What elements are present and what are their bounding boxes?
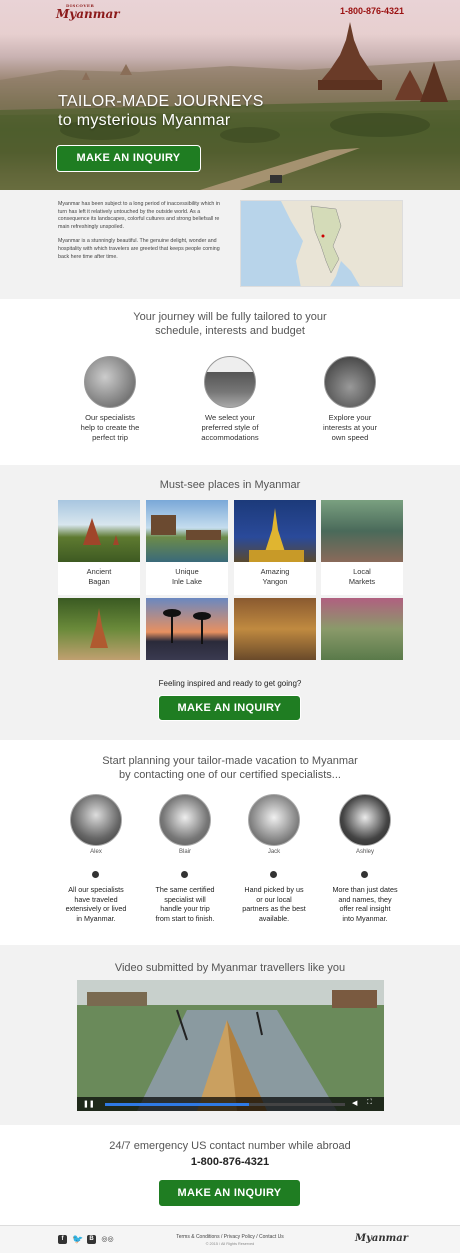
myanmar-map[interactable] xyxy=(240,200,403,287)
inle-lake-photo[interactable] xyxy=(146,500,228,562)
specialist-desc: The same certified specialist will handle … xyxy=(155,885,215,923)
bullet-dot xyxy=(92,871,99,878)
video-progress-track[interactable] xyxy=(105,1103,345,1106)
specialists-heading: Start planning your tailor-made vacation… xyxy=(0,754,460,782)
footer-logo[interactable]: Myanmar xyxy=(355,1233,408,1244)
logo-subtext: DISCOVER xyxy=(66,3,95,8)
video-player[interactable]: ❚❚ ◀ ⛶ xyxy=(77,980,384,1111)
specialist-name: Alex xyxy=(90,849,102,855)
hero-inquiry-button[interactable]: MAKE AN INQUIRY xyxy=(56,145,201,172)
tailored-heading-line1: Your journey will be fully tailored to y… xyxy=(133,311,327,323)
video-progress-fill xyxy=(105,1103,249,1106)
place-label-inle[interactable]: Unique Inle Lake xyxy=(146,562,228,595)
brand-logo[interactable]: DISCOVER Myanmar xyxy=(56,3,120,21)
hero-title-line1: TAILOR-MADE JOURNEYS xyxy=(58,93,264,110)
bagan-photo[interactable] xyxy=(58,500,140,562)
bullet-dot xyxy=(181,871,188,878)
hero-title: TAILOR-MADE JOURNEYS to mysterious Myanm… xyxy=(58,92,264,130)
inle-lake-photo-2[interactable] xyxy=(146,598,228,660)
place-label-markets[interactable]: Local Markets xyxy=(321,562,403,595)
intro-text: Myanmar has been subject to a long perio… xyxy=(58,201,230,268)
tailored-item-3: Explore your interests at your own speed xyxy=(322,413,378,442)
emergency-text: 24/7 emergency US contact number while a… xyxy=(109,1140,351,1152)
landing-page: DISCOVER Myanmar 1-800-876-4321 TAILOR-MA… xyxy=(0,0,460,1253)
explore-photo xyxy=(324,356,376,408)
specialists-heading-line2: by contacting one of our certified speci… xyxy=(119,769,341,781)
header-phone-number[interactable]: 1-800-876-4321 xyxy=(340,6,404,16)
tailored-item-2: We select your preferred style of accommod… xyxy=(201,413,259,442)
intro-paragraph-1: Myanmar has been subject to a long perio… xyxy=(58,201,220,230)
market-photo[interactable] xyxy=(321,500,403,562)
bullet-dot xyxy=(270,871,277,878)
emergency-phone[interactable]: 1-800-876-4321 xyxy=(0,1155,460,1169)
video-controls: ❚❚ ◀ ⛶ xyxy=(77,1097,384,1111)
bagan-photo-2[interactable] xyxy=(58,598,140,660)
market-photo-2[interactable] xyxy=(321,598,403,660)
place-label-bagan[interactable]: Ancient Bagan xyxy=(58,562,140,595)
video-thumbnail xyxy=(77,980,384,1111)
specialist-name: Ashley xyxy=(355,849,374,855)
yangon-photo[interactable] xyxy=(234,500,316,562)
fullscreen-icon[interactable]: ⛶ xyxy=(367,1099,372,1107)
tailored-heading-line2: schedule, interests and budget xyxy=(155,325,305,337)
footer: f 🐦 B ◎◎ Terms & Conditions / Privacy Po… xyxy=(0,1225,460,1253)
avatar-jack xyxy=(248,794,300,846)
specialist-desc: More than just dates and names, they offer… xyxy=(332,885,398,923)
pause-icon[interactable]: ❚❚ xyxy=(83,1100,95,1108)
hero-title-line2: to mysterious Myanmar xyxy=(58,112,231,129)
video-heading: Video submitted by Myanmar travellers li… xyxy=(114,962,346,974)
volume-icon[interactable]: ◀ xyxy=(352,1099,357,1107)
intro-section: Myanmar has been subject to a long perio… xyxy=(0,190,460,299)
places-heading: Must-see places in Myanmar xyxy=(159,479,301,491)
specialists-photo xyxy=(84,356,136,408)
intro-paragraph-2: Myanmar is a stunningly beautiful. The g… xyxy=(58,238,220,260)
avatar-ashley xyxy=(339,794,391,846)
specialist-desc: All our specialists have traveled extensiv… xyxy=(65,885,127,923)
avatar-blair xyxy=(159,794,211,846)
avatar-alex xyxy=(70,794,122,846)
specialist-name: Jack xyxy=(267,849,281,855)
inspired-prompt: Feeling inspired and ready to get going? xyxy=(158,679,302,688)
accommodation-photo xyxy=(204,356,256,408)
yangon-photo-2[interactable] xyxy=(234,598,316,660)
place-label-yangon[interactable]: Amazing Yangon xyxy=(234,562,316,595)
bullet-dot xyxy=(361,871,368,878)
tailored-item-1: Our specialists help to create the perfect… xyxy=(80,413,140,442)
specialist-desc: Hand picked by us or our local partners as… xyxy=(242,885,306,923)
footer-inquiry-button[interactable]: MAKE AN INQUIRY xyxy=(158,1179,301,1207)
tailored-heading: Your journey will be fully tailored to y… xyxy=(0,310,460,338)
specialists-heading-line1: Start planning your tailor-made vacation… xyxy=(102,755,358,767)
places-inquiry-button[interactable]: MAKE AN INQUIRY xyxy=(158,695,301,721)
specialist-name: Blair xyxy=(178,849,191,855)
logo-text: Myanmar xyxy=(56,7,120,21)
